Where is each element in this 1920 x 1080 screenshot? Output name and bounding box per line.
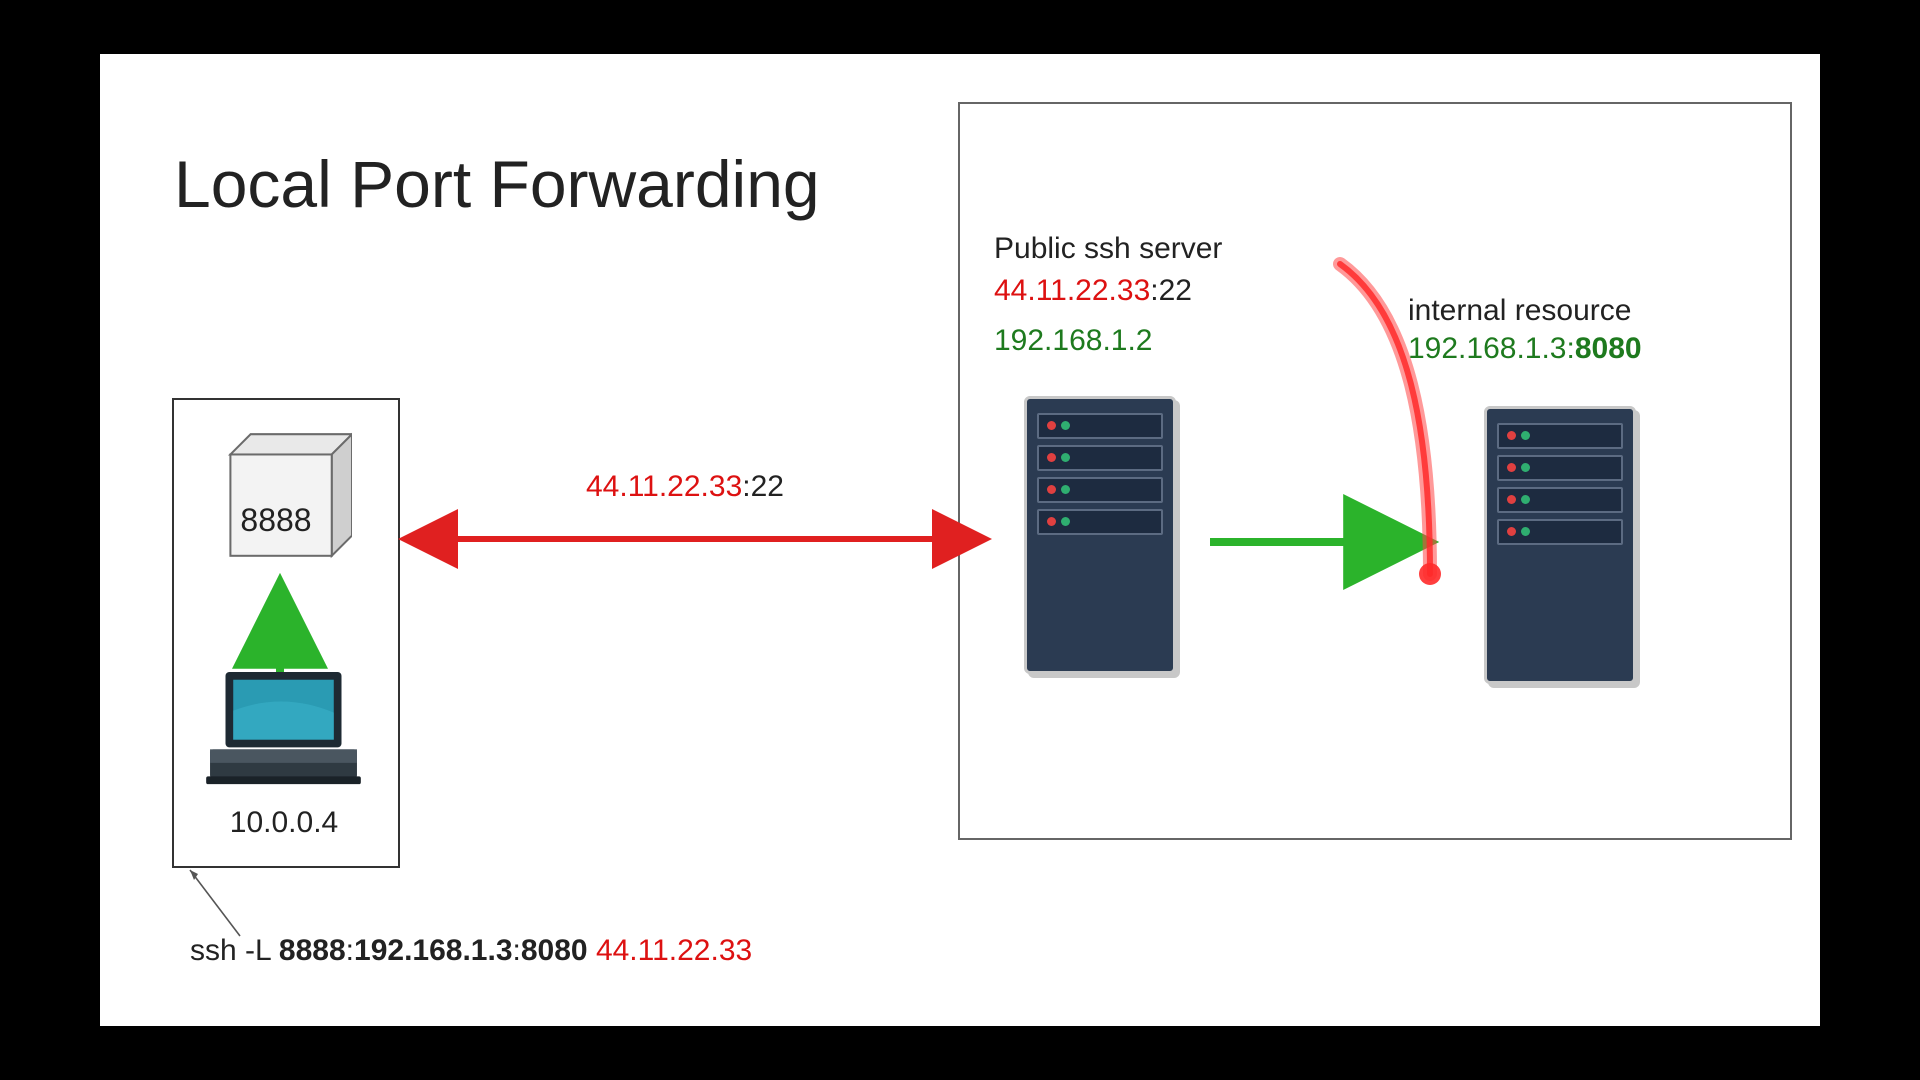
ssh-path-ip: 44.11.22.33 bbox=[586, 470, 742, 503]
ssh-server-lan-ip: 192.168.1.2 bbox=[994, 324, 1152, 358]
internal-resource-icon bbox=[1484, 406, 1636, 684]
cmd-space bbox=[588, 934, 596, 967]
ssh-server-icon bbox=[1024, 396, 1176, 674]
internal-resource-addr: 192.168.1.3:8080 bbox=[1408, 332, 1642, 366]
laptop-icon bbox=[205, 672, 362, 788]
slide: Local Port Forwarding 8888 10.0.0.4 Publ… bbox=[100, 54, 1820, 1026]
internal-resource-title: internal resource bbox=[1408, 294, 1631, 328]
ssh-server-public-ip: 44.11.22.33 bbox=[994, 274, 1150, 307]
slide-title: Local Port Forwarding bbox=[174, 146, 820, 222]
cmd-sep2: : bbox=[513, 934, 521, 967]
cmd-host: 44.11.22.33 bbox=[596, 934, 752, 967]
ssh-server-title: Public ssh server bbox=[994, 232, 1222, 266]
internal-resource-ip: 192.168.1.3: bbox=[1408, 332, 1575, 365]
cmd-target-port: 8080 bbox=[521, 934, 588, 967]
client-ip-label: 10.0.0.4 bbox=[172, 806, 396, 840]
local-port-label: 8888 bbox=[200, 502, 352, 539]
ssh-server-public-addr: 44.11.22.33:22 bbox=[994, 274, 1192, 308]
cmd-sep1: : bbox=[346, 934, 354, 967]
ssh-path-port: :22 bbox=[742, 470, 784, 503]
ssh-path-label: 44.11.22.33:22 bbox=[420, 470, 950, 504]
port-cube-icon: 8888 bbox=[200, 424, 352, 566]
cmd-target-ip: 192.168.1.3 bbox=[354, 934, 512, 967]
internal-resource-port: 8080 bbox=[1575, 332, 1642, 365]
cmd-prefix: ssh -L bbox=[190, 934, 279, 967]
cmd-local-port: 8888 bbox=[279, 934, 346, 967]
ssh-command: ssh -L 8888:192.168.1.3:8080 44.11.22.33 bbox=[190, 934, 752, 968]
pointer-arrow-icon bbox=[180, 864, 280, 944]
ssh-server-public-port: :22 bbox=[1150, 274, 1192, 307]
